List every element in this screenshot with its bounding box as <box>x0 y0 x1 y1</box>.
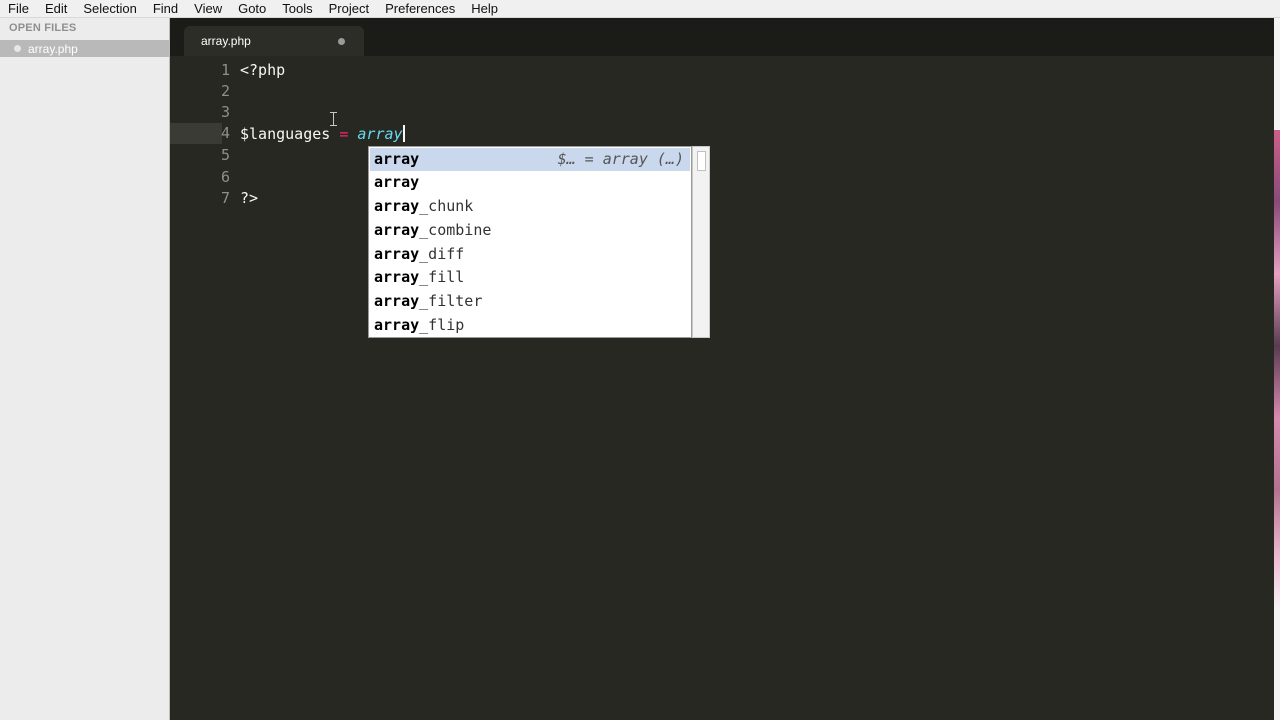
menu-tools[interactable]: Tools <box>274 0 320 17</box>
autocomplete-match: array <box>374 173 420 191</box>
autocomplete-match: array <box>374 197 420 215</box>
menu-goto[interactable]: Goto <box>230 0 274 17</box>
text-cursor <box>402 125 405 142</box>
operator-token: = <box>339 125 349 143</box>
autocomplete-rest: _filter <box>419 292 483 310</box>
autocomplete-match: array <box>374 268 420 286</box>
code-line-4: $languages = array <box>240 124 405 145</box>
autocomplete-item[interactable]: array_diff <box>370 243 690 266</box>
menu-selection[interactable]: Selection <box>75 0 144 17</box>
autocomplete-match: array <box>374 316 420 334</box>
mouse-ibeam-icon <box>330 112 337 126</box>
autocomplete-match: array <box>374 245 420 263</box>
menu-help[interactable]: Help <box>463 0 506 17</box>
autocomplete-popup: array $… = array (…) array array_chunk a… <box>368 146 692 338</box>
autocomplete-rest: _diff <box>419 245 465 263</box>
autocomplete-rest: _flip <box>419 316 465 334</box>
autocomplete-item[interactable]: array $… = array (…) <box>370 148 690 171</box>
code-editor[interactable]: 1 2 3 4 5 6 7 <?php $languages = array ?… <box>170 56 1274 720</box>
line-number: 2 <box>220 82 230 100</box>
tab-label: array.php <box>201 34 251 48</box>
autocomplete-scrollbar[interactable] <box>692 146 710 338</box>
autocomplete-item[interactable]: array_fill <box>370 266 690 289</box>
menu-file[interactable]: File <box>0 0 37 17</box>
sidebar-file-item[interactable]: array.php <box>0 40 169 57</box>
autocomplete-rest: _chunk <box>419 197 474 215</box>
tab-array-php[interactable]: array.php <box>184 26 364 56</box>
open-files-header: OPEN FILES <box>9 22 77 34</box>
line-number: 4 <box>220 124 230 142</box>
menu-preferences[interactable]: Preferences <box>377 0 463 17</box>
unsaved-dot-icon[interactable] <box>338 38 345 45</box>
autocomplete-rest: _fill <box>419 268 465 286</box>
dot-icon <box>14 45 21 52</box>
autocomplete-item[interactable]: array <box>370 171 690 194</box>
autocomplete-match: array <box>374 292 420 310</box>
sidebar: OPEN FILES array.php <box>0 18 170 720</box>
line-number: 5 <box>220 146 230 164</box>
menu-view[interactable]: View <box>186 0 230 17</box>
autocomplete-hint: $… = array (…) <box>557 150 684 168</box>
scrollbar-thumb[interactable] <box>697 151 706 171</box>
wallpaper-fragment <box>1274 130 1280 610</box>
code-line-1: <?php <box>240 61 286 79</box>
menu-bar: File Edit Selection Find View Goto Tools… <box>0 0 1280 18</box>
autocomplete-item[interactable]: array_combine <box>370 219 690 242</box>
line-number: 7 <box>220 189 230 207</box>
autocomplete-item[interactable]: array_flip <box>370 314 690 337</box>
desktop-background-edge <box>1274 18 1280 720</box>
sidebar-file-name: array.php <box>28 41 78 56</box>
autocomplete-rest: _combine <box>419 221 492 239</box>
autocomplete-item[interactable]: array_filter <box>370 290 690 313</box>
variable-token: $languages <box>240 125 331 143</box>
function-token: array <box>357 125 403 143</box>
menu-project[interactable]: Project <box>321 0 377 17</box>
tab-bar: array.php <box>170 18 1280 56</box>
line-number: 1 <box>220 61 230 79</box>
line-number: 6 <box>220 168 230 186</box>
autocomplete-match: array <box>374 150 420 168</box>
autocomplete-match: array <box>374 221 420 239</box>
menu-edit[interactable]: Edit <box>37 0 75 17</box>
line-number: 3 <box>220 103 230 121</box>
code-line-7: ?> <box>240 189 259 207</box>
menu-find[interactable]: Find <box>145 0 186 17</box>
autocomplete-item[interactable]: array_chunk <box>370 195 690 218</box>
